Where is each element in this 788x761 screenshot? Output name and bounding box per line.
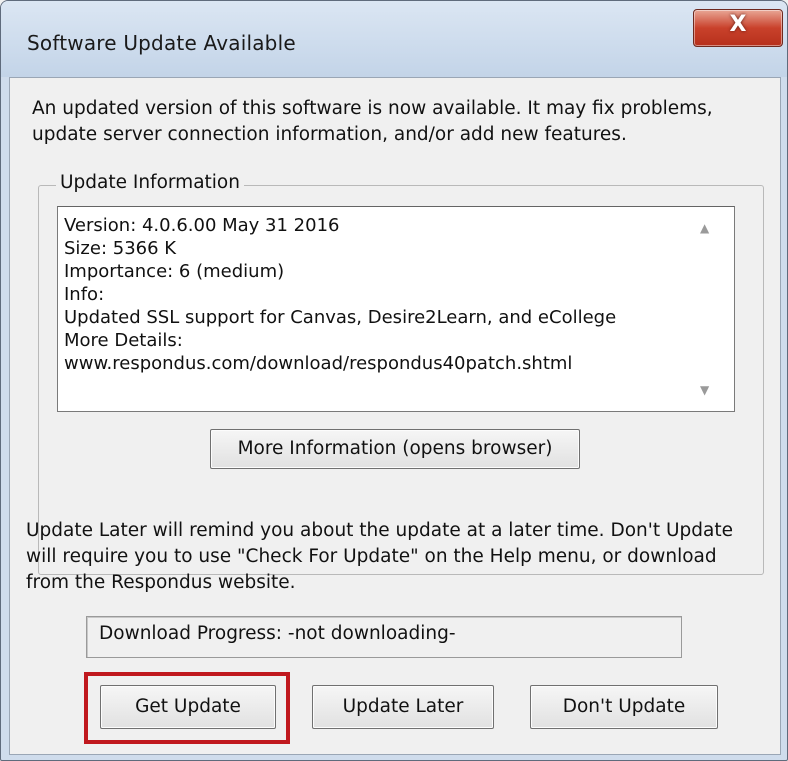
update-information-label: Update Information bbox=[56, 172, 244, 193]
detail-url: www.respondus.com/download/respondus40pa… bbox=[64, 353, 573, 374]
update-details-listbox[interactable]: Version: 4.0.6.00 May 31 2016 Size: 5366… bbox=[57, 206, 735, 412]
get-update-highlight bbox=[84, 672, 290, 744]
detail-size: Size: 5366 K bbox=[64, 238, 177, 259]
detail-version: Version: 4.0.6.00 May 31 2016 bbox=[64, 215, 340, 236]
scroll-down-icon[interactable]: ▼ bbox=[700, 383, 709, 397]
note-text-line-2: will require you to use "Check For Updat… bbox=[26, 546, 717, 567]
intro-text-line-1: An updated version of this software is n… bbox=[32, 98, 713, 119]
update-later-button[interactable]: Update Later bbox=[312, 685, 494, 729]
note-text-line-3: from the Respondus website. bbox=[26, 572, 296, 593]
intro-text-line-2: update server connection information, an… bbox=[32, 124, 627, 145]
scroll-up-icon[interactable]: ▲ bbox=[700, 221, 709, 235]
more-information-button[interactable]: More Information (opens browser) bbox=[210, 429, 580, 469]
detail-more-details-label: More Details: bbox=[64, 330, 183, 351]
note-text-line-1: Update Later will remind you about the u… bbox=[26, 520, 733, 541]
window-title: Software Update Available bbox=[27, 31, 296, 55]
detail-info-text: Updated SSL support for Canvas, Desire2L… bbox=[64, 307, 617, 328]
download-progress-label: Download Progress: -not downloading- bbox=[99, 623, 456, 644]
title-bar[interactable]: Software Update Available X bbox=[1, 1, 787, 77]
detail-info-label: Info: bbox=[64, 284, 105, 305]
download-progress-box: Download Progress: -not downloading- bbox=[86, 616, 682, 658]
dont-update-button[interactable]: Don't Update bbox=[530, 685, 718, 729]
detail-importance: Importance: 6 (medium) bbox=[64, 261, 285, 282]
close-button[interactable]: X bbox=[693, 9, 783, 47]
close-icon: X bbox=[729, 12, 747, 37]
